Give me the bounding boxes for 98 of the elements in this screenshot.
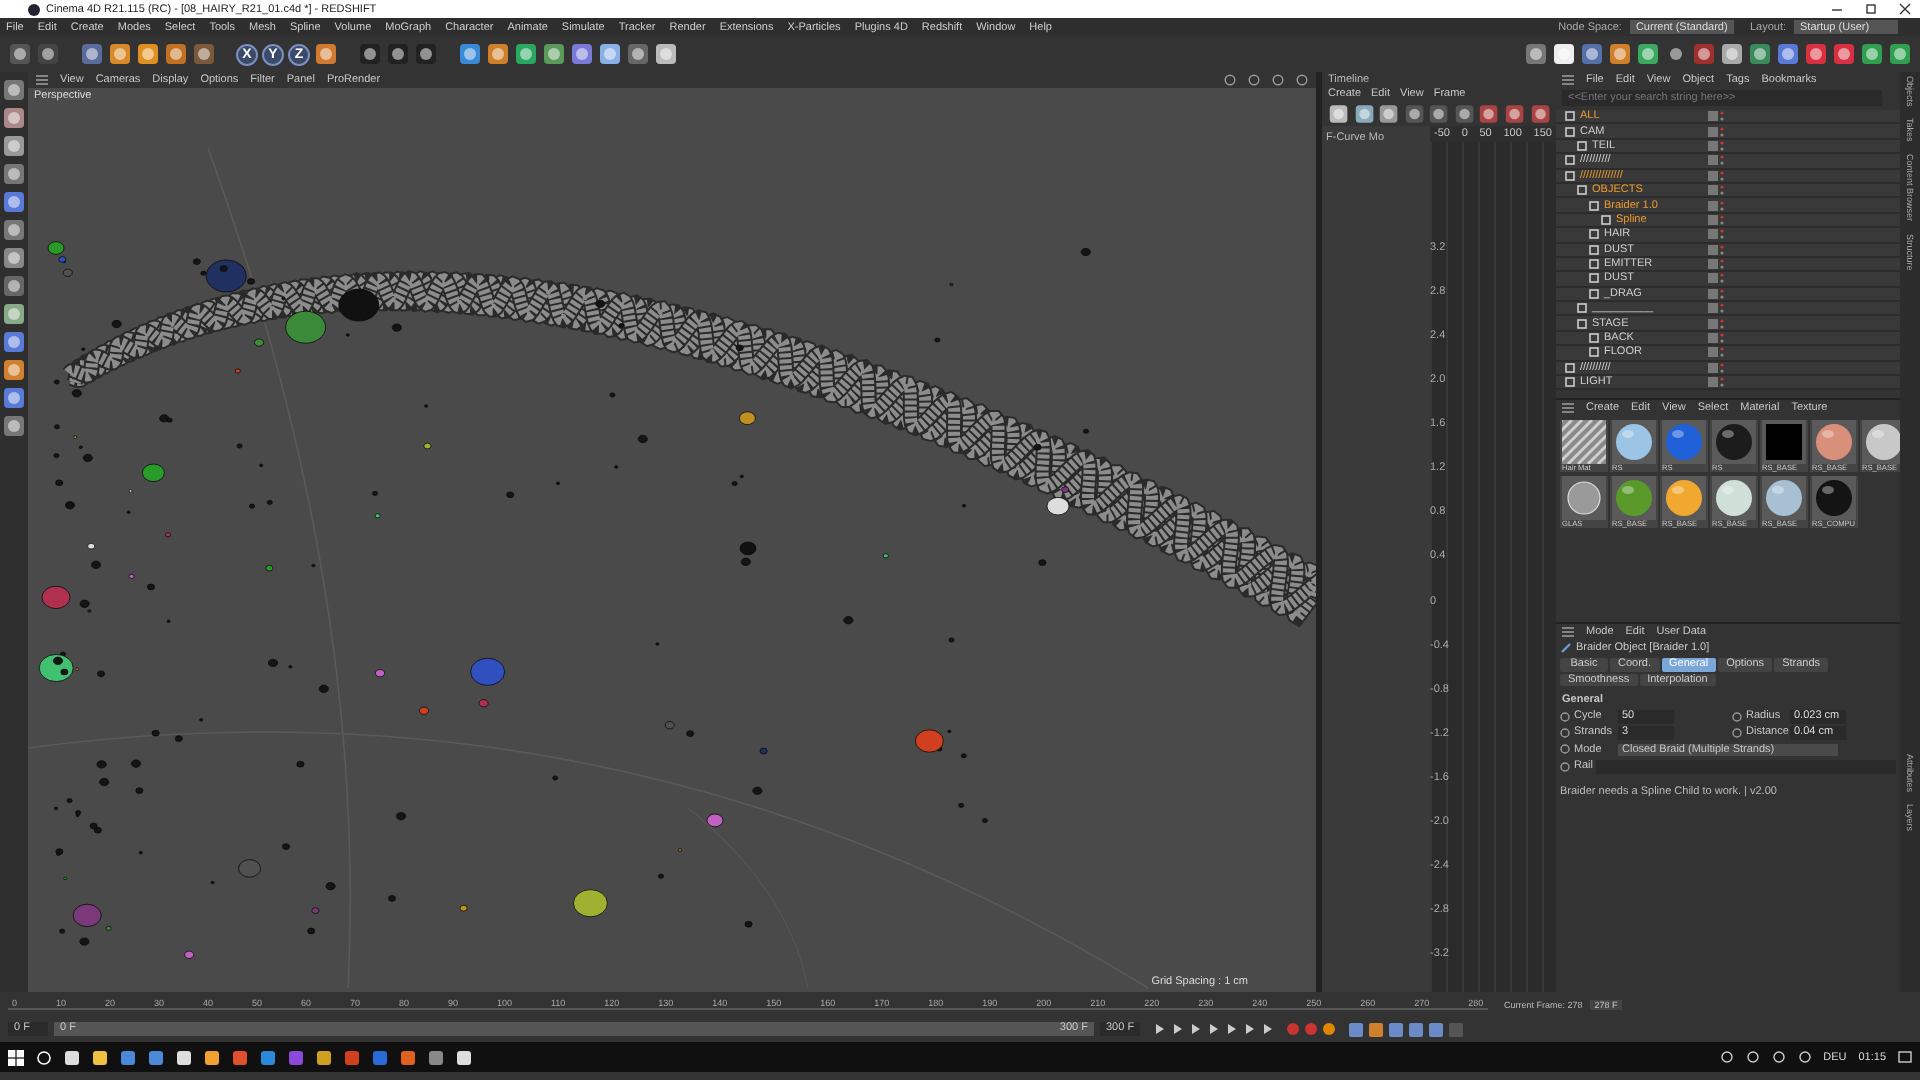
keyframe-icon[interactable] [1503,101,1525,125]
sun-icon[interactable] [1552,42,1576,66]
play-icon[interactable] [1206,1022,1221,1036]
maximize-view-icon[interactable] [1296,74,1308,86]
fcurve-icon[interactable] [1353,101,1375,125]
rotate-icon[interactable] [164,42,188,66]
menu-icon[interactable] [1562,626,1574,638]
scale-icon[interactable] [136,42,160,66]
keyframe-selection-icon[interactable] [1322,1022,1337,1036]
material-preview[interactable] [1611,475,1656,519]
node-icon[interactable] [1636,42,1660,66]
maximize-icon[interactable] [1864,2,1878,16]
menu-icon[interactable] [1562,402,1574,414]
keyframe-dot-icon[interactable] [1560,711,1570,722]
render-view-icon[interactable] [386,42,410,66]
material-preview[interactable] [1861,420,1900,464]
sphere-icon[interactable] [1580,42,1604,66]
material-preview[interactable] [1661,475,1706,519]
subdivision-icon[interactable] [514,42,538,66]
next-key-icon[interactable] [1453,101,1475,125]
redo-icon[interactable] [36,42,60,66]
cube-icon[interactable] [458,42,482,66]
rotation-key-icon[interactable] [1388,1021,1405,1037]
texture-icon[interactable] [2,218,26,242]
last-frame-icon[interactable] [1260,1022,1275,1036]
polygons-icon[interactable] [2,162,26,186]
next-key-icon[interactable] [1242,1022,1257,1036]
live-select-icon[interactable] [192,42,216,66]
material-preview[interactable] [1561,475,1606,519]
prev-frame-icon[interactable] [1188,1022,1203,1036]
axis-icon[interactable] [2,246,26,270]
autokey-icon[interactable] [1304,1022,1319,1036]
home-icon[interactable] [2,78,26,102]
coordinate-icon[interactable] [314,42,338,66]
notification-icon[interactable] [1898,1050,1912,1064]
cursor-icon[interactable] [80,42,104,66]
parameter-key-icon[interactable] [1408,1021,1425,1037]
render-region-icon[interactable] [358,42,382,66]
key-add-icon[interactable] [1428,101,1450,125]
network-icon[interactable] [1719,1050,1734,1064]
tweak-icon[interactable] [2,414,26,438]
shader-icon[interactable] [1608,42,1632,66]
rotate-view-icon[interactable] [1272,74,1284,86]
picture-icon[interactable] [1720,42,1744,66]
zoom-view-icon[interactable] [1248,74,1260,86]
network-icon[interactable] [1776,42,1800,66]
key-icon[interactable] [1328,101,1350,125]
keyframe-icon[interactable] [1478,101,1500,125]
edges-icon[interactable] [2,134,26,158]
gear-icon[interactable] [1748,42,1772,66]
mail-icon[interactable] [176,1049,192,1065]
points-icon[interactable] [2,106,26,130]
material-preview[interactable] [1811,420,1856,464]
task-view-icon[interactable] [64,1049,80,1065]
material-preview[interactable] [1711,475,1756,519]
record-icon[interactable] [1286,1022,1301,1036]
material-preview[interactable] [1561,420,1606,464]
locks-icon[interactable] [2,330,26,354]
material-preview[interactable] [1761,475,1806,519]
picture-icon[interactable] [456,1049,472,1065]
move-view-icon[interactable] [1224,74,1236,86]
keyframe-dot-icon[interactable] [1560,727,1570,738]
prev-key-icon[interactable] [1170,1022,1185,1036]
light-icon[interactable] [654,42,678,66]
pen-icon[interactable] [486,42,510,66]
folder-icon[interactable] [92,1049,108,1065]
spline-object-icon [1560,642,1572,654]
keyframe-dot-icon[interactable] [1560,761,1570,772]
array-icon[interactable] [542,42,566,66]
move-icon[interactable] [108,42,132,66]
close-icon[interactable] [1898,2,1912,16]
keyframe-dot-icon[interactable] [1732,711,1742,722]
point-level-icon[interactable] [1428,1021,1445,1037]
browser-icon[interactable] [120,1049,136,1065]
keyframe-dot-icon[interactable] [1560,744,1570,755]
redshift-icon[interactable] [1524,42,1548,66]
next-frame-icon[interactable] [1224,1022,1239,1036]
deformer-icon[interactable] [570,42,594,66]
first-frame-icon[interactable] [1152,1022,1167,1036]
windows-logo-icon[interactable] [8,1049,24,1065]
menu-icon[interactable] [36,74,48,86]
camera-icon[interactable] [626,42,650,66]
snap-icon[interactable] [2,302,26,326]
prev-key-icon[interactable] [1403,101,1425,125]
layer-icon[interactable] [2,386,26,410]
workplane-icon[interactable] [2,274,26,298]
solo-icon[interactable] [2,358,26,382]
position-key-icon[interactable] [1348,1021,1365,1037]
undo-icon[interactable] [8,42,32,66]
menu-icon[interactable] [1562,74,1574,86]
scale-key-icon[interactable] [1368,1021,1385,1037]
floor-icon[interactable] [598,42,622,66]
keyframe-icon[interactable] [1529,101,1551,125]
keyframe-dot-icon[interactable] [1732,727,1742,738]
model-icon[interactable] [2,190,26,214]
material-preview[interactable] [1611,420,1656,464]
dope-icon[interactable] [1378,101,1400,125]
search-icon[interactable] [36,1049,52,1065]
